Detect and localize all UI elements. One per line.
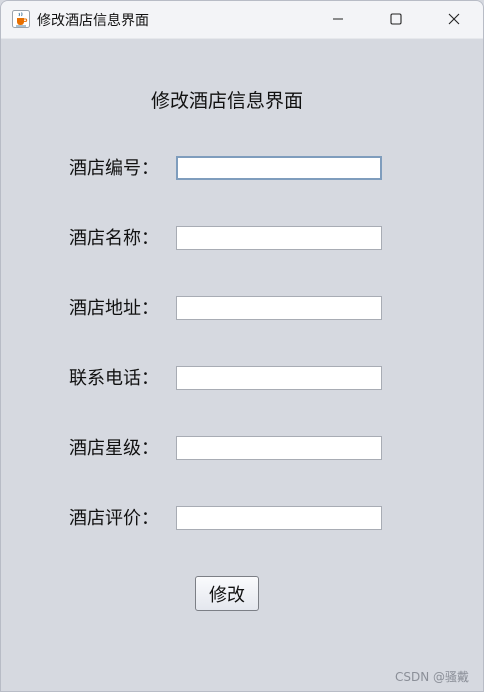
minimize-icon (332, 10, 344, 29)
contact-phone-input[interactable] (176, 366, 382, 390)
watermark: CSDN @骚戴 (394, 670, 469, 684)
page-title: 修改酒店信息界面 (150, 90, 303, 112)
minimize-button[interactable] (309, 1, 367, 38)
hotel-address-input[interactable] (176, 296, 382, 320)
hotel-id-input[interactable] (176, 156, 382, 180)
maximize-icon (390, 10, 402, 29)
hotel-name-input[interactable] (176, 226, 382, 250)
hotel-address-label: 酒店地址： (69, 298, 159, 319)
hotel-name-label: 酒店名称： (69, 228, 159, 249)
close-icon (448, 10, 460, 29)
hotel-star-input[interactable] (176, 436, 382, 460)
modify-button[interactable]: 修改 (195, 576, 259, 611)
title-bar[interactable]: 修改酒店信息界面 (1, 1, 483, 39)
window-title: 修改酒店信息界面 (37, 13, 149, 29)
contact-phone-label: 联系电话： (69, 368, 159, 389)
hotel-star-label: 酒店星级： (69, 438, 159, 459)
maximize-button[interactable] (367, 1, 425, 38)
app-window: 修改酒店信息界面 修改酒店信息界面 酒店编号： 酒店名称： 酒店地址： 联系电话… (0, 0, 484, 692)
java-cup-icon (12, 10, 30, 28)
hotel-id-label: 酒店编号： (69, 158, 159, 179)
hotel-review-input[interactable] (176, 506, 382, 530)
form-panel: 修改酒店信息界面 酒店编号： 酒店名称： 酒店地址： 联系电话： 酒店星级： 酒… (1, 39, 483, 691)
hotel-review-label: 酒店评价： (69, 508, 159, 529)
close-button[interactable] (425, 1, 483, 38)
